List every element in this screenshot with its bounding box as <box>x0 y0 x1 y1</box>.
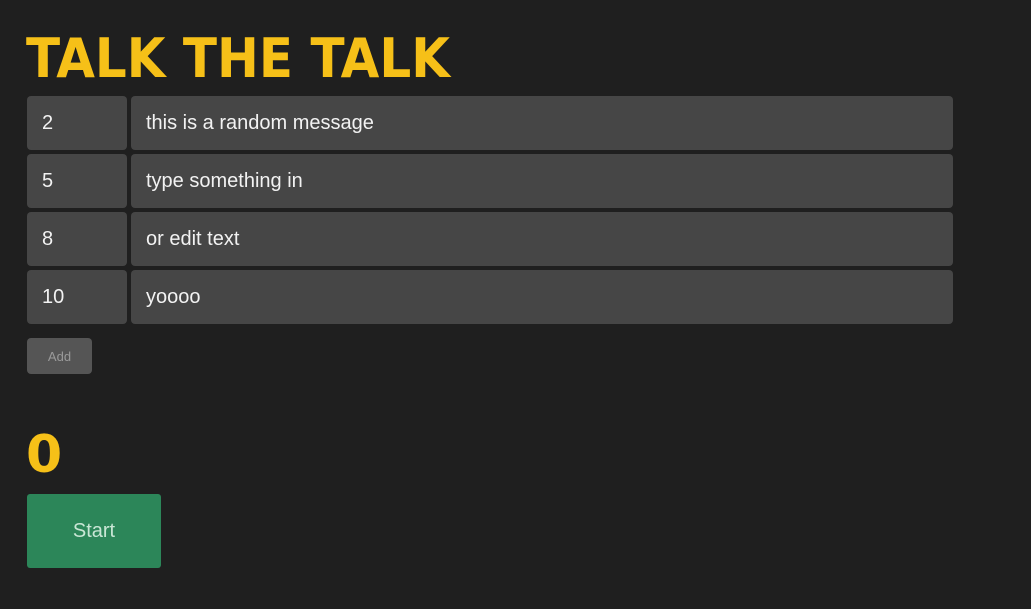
message-input[interactable] <box>131 154 953 208</box>
time-input[interactable] <box>27 154 127 208</box>
message-row <box>27 212 953 266</box>
app-root: TALK THE TALK Add 0 Start <box>0 0 1031 609</box>
time-input[interactable] <box>27 270 127 324</box>
time-input[interactable] <box>27 96 127 150</box>
message-row <box>27 96 953 150</box>
start-button[interactable]: Start <box>27 494 161 568</box>
counter-display: 0 <box>26 425 63 485</box>
message-row <box>27 154 953 208</box>
message-row <box>27 270 953 324</box>
time-input[interactable] <box>27 212 127 266</box>
message-list <box>27 96 953 328</box>
message-input[interactable] <box>131 96 953 150</box>
add-button[interactable]: Add <box>27 338 92 374</box>
message-input[interactable] <box>131 270 953 324</box>
page-title: TALK THE TALK <box>26 27 450 90</box>
message-input[interactable] <box>131 212 953 266</box>
